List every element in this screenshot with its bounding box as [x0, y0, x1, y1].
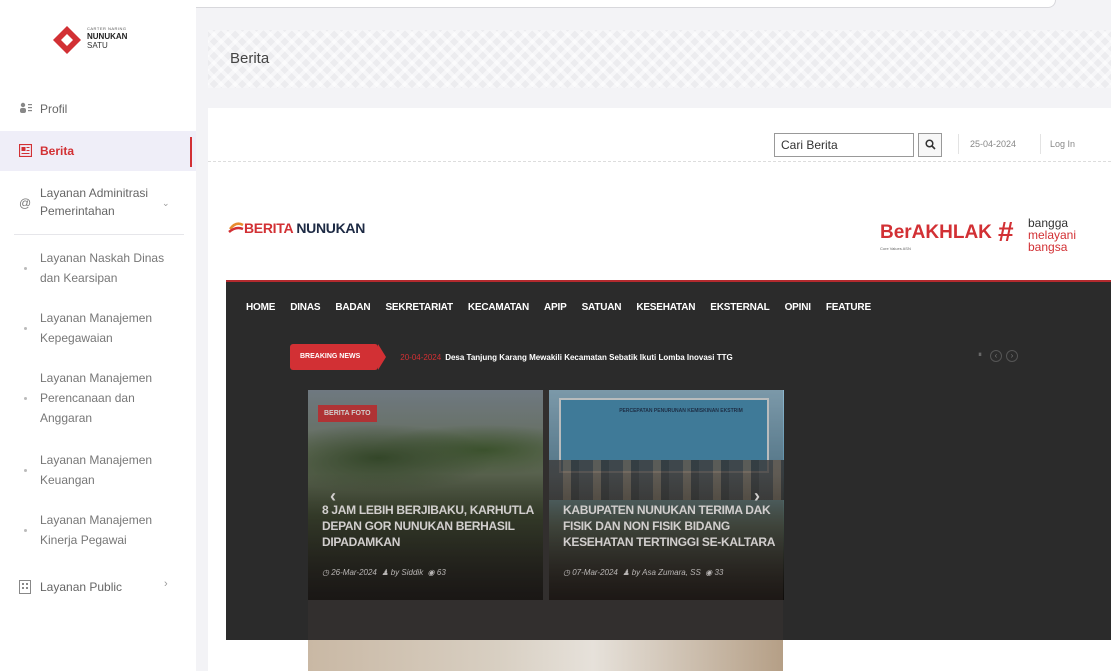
divider — [14, 234, 184, 235]
berita-nunukan-logo[interactable]: BERITA NUNUKAN — [244, 220, 365, 236]
menu-item-sekretariat[interactable]: SEKRETARIAT — [385, 302, 453, 313]
logo-small-text: CARTER NARING — [87, 26, 127, 31]
breaking-news-tag: BREAKING NEWS — [290, 344, 387, 370]
berakhlak-subtext: Core Values ASN — [880, 246, 911, 251]
logo-suffix: NUNUKAN — [296, 220, 366, 236]
bullet-icon — [24, 267, 27, 270]
main-menu: HOME DINAS BADAN SEKRETARIAT KECAMATAN A… — [246, 302, 871, 313]
breaking-news-ticker: BREAKING NEWS 20-04-2024 Desa Tanjung Ka… — [290, 344, 733, 370]
sidebar-item-berita[interactable]: Berita — [0, 131, 196, 171]
page-title: Berita — [230, 50, 270, 67]
bullet-icon — [24, 529, 27, 532]
at-icon: @ — [19, 196, 32, 210]
building-icon — [19, 580, 33, 594]
menu-item-kecamatan[interactable]: KECAMATAN — [468, 302, 529, 313]
sidebar-item-layanan-adminitrasi[interactable]: @ Layanan Adminitrasi Pemerintahan ⌄ — [0, 184, 196, 224]
hashtag-icon: # — [998, 216, 1014, 247]
sidebar-subitem-label: Layanan Naskah Dinas dan Kearsipan — [40, 251, 165, 285]
page-header: Berita — [208, 30, 1111, 88]
current-date: 25-04-2024 — [970, 139, 1017, 149]
sidebar-item-label: Layanan Adminitrasi Pemerintahan — [40, 186, 149, 218]
search-button[interactable] — [918, 133, 942, 157]
logo-diamond-icon — [53, 26, 81, 54]
sidebar-item-profil[interactable]: Profil — [0, 100, 196, 120]
logo-prefix: BERITA — [244, 220, 293, 236]
divider — [958, 134, 959, 154]
utility-bar: 25-04-2024 Log In — [208, 108, 1111, 162]
berita-nunukan-logo-icon — [228, 222, 244, 233]
accent-line — [226, 280, 1111, 282]
menu-item-apip[interactable]: APIP — [544, 302, 567, 313]
menu-item-home[interactable]: HOME — [246, 302, 275, 313]
sidebar-item-label: Profil — [40, 102, 68, 116]
sidebar-subitem-label: Layanan Manajemen Perencanaan dan Anggar… — [40, 371, 153, 425]
login-link[interactable]: Log In — [1050, 139, 1075, 149]
background-image-overlay — [308, 390, 783, 640]
chevron-right-icon: › — [164, 578, 168, 590]
divider — [1040, 134, 1041, 154]
breaking-news-date: 20-04-2024 — [400, 352, 442, 362]
main-content: 25-04-2024 Log In BERITA NUNUKAN BerAKHL… — [208, 108, 1111, 671]
bullet-icon — [24, 469, 27, 472]
bullet-icon — [24, 397, 27, 400]
menu-item-dinas[interactable]: DINAS — [290, 302, 320, 313]
logo-sub-text: SATU — [87, 41, 108, 50]
breaking-news-headline[interactable]: Desa Tanjung Karang Mewakili Kecamatan S… — [445, 353, 732, 362]
search-icon — [924, 139, 936, 150]
menu-item-satuan[interactable]: SATUAN — [582, 302, 622, 313]
newspaper-icon — [18, 143, 33, 158]
app-logo[interactable]: CARTER NARING NUNUKAN SATU — [53, 22, 163, 62]
sidebar-subitem-label: Layanan Manajemen Kepegawaian — [40, 311, 153, 345]
berakhlak-banner: BerAKHLAK Core Values ASN # bangga melay… — [880, 216, 1110, 260]
sidebar: CARTER NARING NUNUKAN SATU Profil Berita… — [0, 0, 196, 671]
menu-item-feature[interactable]: FEATURE — [826, 302, 871, 313]
sidebar-item-layanan-public[interactable]: Layanan Public › — [0, 578, 196, 600]
active-indicator — [190, 137, 192, 167]
ticker-controls: ⏸ ‹ › — [974, 350, 1018, 362]
logo-main-text: NUNUKAN — [87, 32, 128, 41]
sidebar-subitem-label: Layanan Manajemen Keuangan — [40, 453, 153, 487]
menu-item-badan[interactable]: BADAN — [335, 302, 370, 313]
sidebar-item-label: Layanan Public — [40, 580, 123, 594]
search-input[interactable] — [774, 133, 914, 157]
next-icon[interactable]: › — [1006, 350, 1018, 362]
users-icon — [19, 102, 33, 116]
prev-icon[interactable]: ‹ — [990, 350, 1002, 362]
sidebar-subitem-label: Layanan Manajemen Kinerja Pegawai — [40, 513, 153, 547]
bangga-melayani-text: bangga melayani bangsa — [1028, 217, 1076, 253]
berakhlak-text: BerAKHLAK — [880, 222, 992, 243]
sidebar-item-label: Berita — [40, 144, 75, 158]
browser-top-edge — [90, 0, 1056, 8]
menu-item-kesehatan[interactable]: KESEHATAN — [636, 302, 695, 313]
menu-item-eksternal[interactable]: EKSTERNAL — [710, 302, 770, 313]
menu-item-opini[interactable]: OPINI — [785, 302, 811, 313]
bullet-icon — [24, 327, 27, 330]
pause-icon[interactable]: ⏸ — [974, 350, 986, 362]
chevron-down-icon: ⌄ — [162, 198, 170, 208]
background-image — [308, 640, 783, 671]
bangsa-text: bangsa — [1028, 240, 1068, 254]
